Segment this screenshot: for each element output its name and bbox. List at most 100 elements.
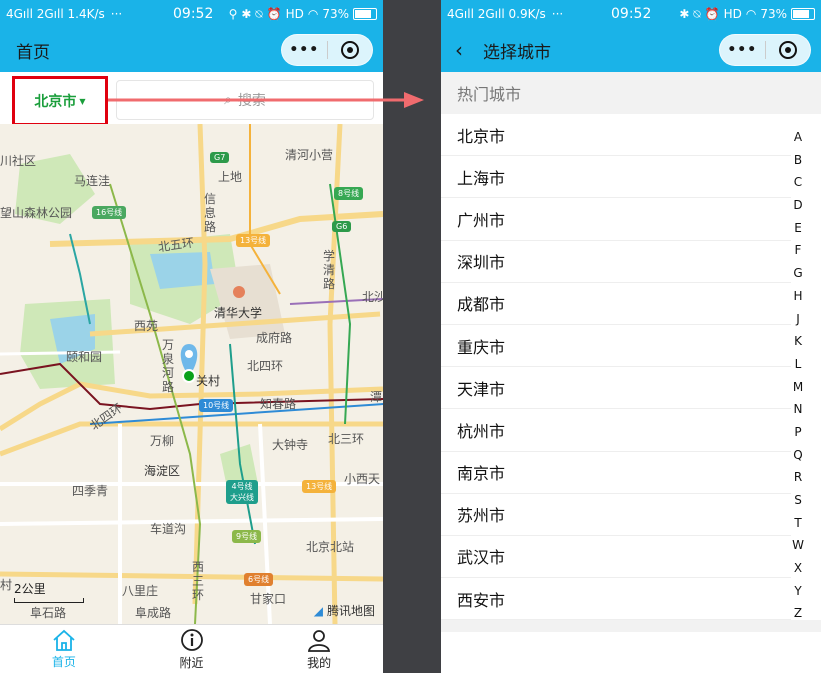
hd-label: HD (285, 7, 304, 21)
mini-program-capsule: ••• (719, 34, 811, 66)
more-icon[interactable]: ••• (720, 42, 765, 58)
map-badge: 13号线 (302, 480, 337, 493)
index-letter[interactable]: P (794, 421, 801, 444)
city-list-item[interactable]: 苏州市 (441, 494, 791, 536)
index-letter[interactable]: K (794, 330, 802, 353)
city-list-item[interactable]: 北京市 (441, 114, 791, 157)
home-icon (53, 629, 75, 651)
index-letter[interactable]: Q (793, 444, 802, 467)
battery-percent: 73% (322, 7, 349, 21)
tab-bar: 首页 附近 我的 (0, 624, 383, 673)
map-label: 学清路 (323, 249, 336, 291)
close-button[interactable] (765, 41, 810, 59)
map-label: 海淀区 (144, 464, 181, 478)
index-letter[interactable]: T (794, 512, 801, 535)
index-letter[interactable]: E (794, 217, 802, 240)
city-selector-label: 北京市 (34, 94, 77, 110)
alarm-icon: ⏰ (266, 7, 282, 21)
city-list: 北京市 上海市 广州市 深圳市 成都市 重庆市 天津市 杭州市 南京市 苏州市 武汉市 西安市 (441, 114, 821, 621)
map-label: 川社区 (0, 154, 37, 168)
status-dots: ··· (551, 7, 564, 21)
city-list-item[interactable]: 杭州市 (441, 409, 791, 452)
map-label: 信息路 (204, 192, 217, 234)
map-label: 颐和园 (66, 350, 103, 364)
index-letter[interactable]: F (795, 239, 802, 262)
index-letter[interactable]: X (794, 557, 802, 580)
nav-bar: 首页 ••• (0, 28, 383, 72)
index-letter[interactable]: M (793, 376, 803, 399)
index-letter[interactable]: C (794, 171, 802, 194)
mute-icon: ⍉ (255, 6, 263, 21)
city-list-item[interactable]: 重庆市 (441, 325, 791, 368)
tab-me[interactable]: 我的 (255, 625, 383, 673)
map-label: 大钟寺 (272, 438, 309, 452)
map-label: 八里庄 (122, 584, 159, 598)
map-badge: 16号线 (92, 206, 127, 219)
city-list-item[interactable]: 成都市 (441, 283, 791, 325)
status-bar: 4Gıll 2Gıll 1.4K/s ··· 09:52 ⚲ ✱ ⍉ ⏰ HD … (0, 0, 383, 28)
bluetooth-icon: ✱ (241, 7, 252, 21)
index-letter[interactable]: D (793, 194, 802, 217)
wifi-icon: ◠ (745, 7, 757, 21)
alphabet-index: ABCDEFGHJKLMNPQRSTWXYZ (791, 126, 805, 625)
provider-label: 腾讯地图 (326, 604, 375, 618)
status-time: 09:52 (611, 6, 652, 22)
network-status: 4Gıll 2Gıll 1.4K/s (6, 7, 105, 21)
hd-label: HD (723, 7, 742, 21)
index-letter[interactable]: B (794, 149, 802, 172)
map-provider-logo: ◢ 腾讯地图 (314, 602, 375, 619)
close-button[interactable] (327, 41, 372, 59)
info-icon (180, 628, 203, 651)
map-label: 潭 (370, 390, 383, 404)
network-status: 4Gıll 2Gıll 0.9K/s (447, 7, 546, 21)
map-badge: 4号线 大兴线 (226, 480, 258, 504)
map-label: 甘家口 (250, 592, 287, 606)
city-select-screen: 4Gıll 2Gıll 0.9K/s ··· 09:52 ✱ ⍉ ⏰ HD ◠ … (441, 0, 821, 673)
city-list-item[interactable]: 西安市 (441, 578, 791, 621)
map-label: 万泉河路 (162, 338, 175, 394)
tab-label: 我的 (307, 655, 332, 670)
wifi-icon: ◠ (307, 7, 319, 21)
index-letter[interactable]: H (793, 285, 802, 308)
map-label: 成府路 (256, 331, 293, 345)
index-letter[interactable]: W (792, 534, 804, 557)
nav-bar: ‹ 选择城市 ••• (441, 28, 821, 72)
status-time: 09:52 (173, 6, 214, 22)
city-list-item[interactable]: 南京市 (441, 452, 791, 494)
map-label: 阜成路 (135, 606, 172, 620)
index-letter[interactable]: S (794, 489, 802, 512)
city-selector-button[interactable]: 北京市 ▼ (12, 76, 108, 126)
back-chevron-icon[interactable]: ‹ (455, 38, 463, 62)
annotation-arrow (108, 92, 424, 108)
index-letter[interactable]: A (794, 126, 802, 149)
tab-label: 首页 (51, 654, 76, 669)
map-badge: 6号线 (244, 573, 274, 586)
city-list-item[interactable]: 广州市 (441, 198, 791, 241)
tab-home[interactable]: 首页 (0, 625, 128, 673)
index-letter[interactable]: G (793, 262, 802, 285)
map-label: 知春路 (260, 397, 297, 411)
index-letter[interactable]: Y (794, 580, 801, 603)
map-label: 小西天 (344, 472, 381, 486)
map-label: 上地 (218, 170, 243, 184)
map-badge: G7 (210, 152, 230, 163)
page-title: 选择城市 (483, 42, 551, 63)
index-letter[interactable]: L (795, 353, 802, 376)
index-letter[interactable]: N (794, 398, 803, 421)
city-list-item[interactable]: 深圳市 (441, 241, 791, 283)
tab-nearby[interactable]: 附近 (128, 625, 256, 673)
map-label: 望山森林公园 (0, 206, 73, 220)
status-right: ✱ ⍉ ⏰ HD ◠ 73% (679, 7, 815, 22)
mini-program-capsule: ••• (281, 34, 373, 66)
index-letter[interactable]: R (794, 466, 802, 489)
map-badge: 13号线 (236, 234, 271, 247)
status-dots: ··· (110, 7, 123, 21)
more-icon[interactable]: ••• (282, 42, 327, 58)
city-list-item[interactable]: 天津市 (441, 367, 791, 410)
map-badge: 10号线 (199, 399, 234, 412)
map-view[interactable]: 川社区 马连洼 望山森林公园 上地 信息路 清河小营 北五环 学清路 北沙 清华… (0, 124, 383, 624)
index-letter[interactable]: J (796, 308, 800, 331)
map-badge: 8号线 (334, 187, 364, 200)
city-list-item[interactable]: 武汉市 (441, 536, 791, 579)
city-list-item[interactable]: 上海市 (441, 156, 791, 199)
